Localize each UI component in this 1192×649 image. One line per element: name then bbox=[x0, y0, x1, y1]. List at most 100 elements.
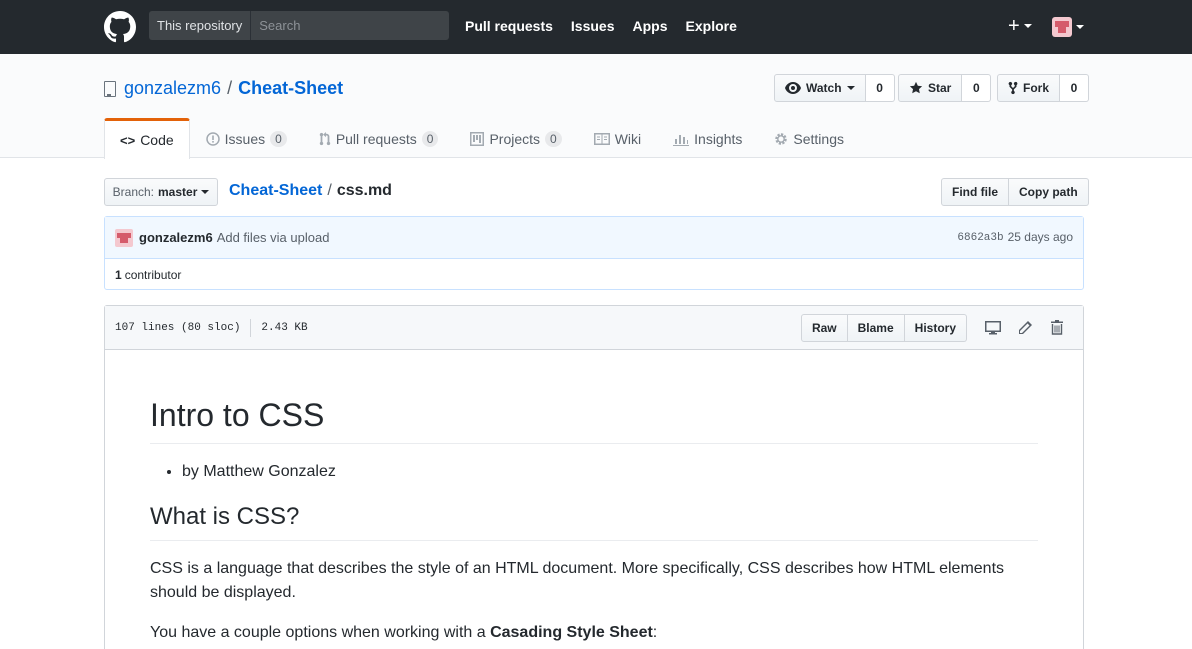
file-header: 107 lines (80 sloc) 2.43 KB Raw Blame Hi… bbox=[105, 306, 1083, 350]
watch-count[interactable]: 0 bbox=[865, 74, 895, 102]
desktop-icon bbox=[985, 320, 1001, 334]
nav-issues[interactable]: Issues bbox=[571, 18, 615, 34]
user-menu-dropdown[interactable] bbox=[1052, 17, 1084, 37]
star-button[interactable]: Star bbox=[898, 74, 963, 102]
nav-apps[interactable]: Apps bbox=[633, 18, 668, 34]
tab-code[interactable]: <> Code bbox=[104, 118, 190, 159]
commit-author-link[interactable]: gonzalezm6 bbox=[139, 230, 213, 245]
paragraph-text: : bbox=[652, 624, 658, 641]
project-icon bbox=[470, 131, 485, 146]
tab-wiki[interactable]: Wiki bbox=[578, 118, 657, 158]
file-actions: Raw Blame History bbox=[800, 313, 1073, 342]
branch-label: Branch: bbox=[112, 185, 154, 199]
fork-button[interactable]: Fork bbox=[997, 74, 1061, 102]
code-icon: <> bbox=[120, 132, 136, 148]
commit-sha-link[interactable]: 6862a3b bbox=[957, 230, 1003, 246]
edit-button[interactable] bbox=[1009, 314, 1041, 342]
header-search: This repository bbox=[149, 11, 449, 40]
commit-time: 25 days ago bbox=[1007, 229, 1073, 244]
graph-icon bbox=[673, 134, 690, 146]
history-button[interactable]: History bbox=[904, 313, 967, 342]
watch-button[interactable]: Watch bbox=[774, 74, 866, 102]
book-icon bbox=[593, 132, 610, 145]
search-input[interactable] bbox=[251, 11, 449, 40]
global-header: This repository Pull requests Issues App… bbox=[0, 0, 1192, 54]
file-view-buttons: Raw Blame History bbox=[800, 313, 967, 342]
contributors-row[interactable]: 1 contributor bbox=[105, 259, 1083, 290]
markdown-list: by Matthew Gonzalez bbox=[182, 460, 1038, 484]
copy-path-button[interactable]: Copy path bbox=[1009, 178, 1089, 206]
tab-settings-label: Settings bbox=[793, 130, 844, 147]
github-logo-icon[interactable] bbox=[104, 11, 136, 43]
commit-message-link[interactable]: Add files via upload bbox=[217, 230, 330, 245]
contributor-label: contributor bbox=[124, 267, 182, 282]
projects-counter: 0 bbox=[545, 130, 562, 147]
repo-owner-link[interactable]: gonzalezm6 bbox=[124, 78, 221, 99]
tab-pull-requests-label: Pull requests bbox=[335, 130, 417, 147]
watch-label: Watch bbox=[806, 81, 842, 95]
plus-icon: + bbox=[1008, 15, 1020, 37]
breadcrumb-repo-link[interactable]: Cheat-Sheet bbox=[229, 182, 322, 200]
tab-projects[interactable]: Projects 0 bbox=[454, 118, 577, 158]
nav-pull-requests[interactable]: Pull requests bbox=[465, 18, 553, 34]
nav-explore[interactable]: Explore bbox=[686, 18, 737, 34]
create-new-dropdown[interactable]: + bbox=[1008, 16, 1032, 36]
blame-button[interactable]: Blame bbox=[847, 313, 905, 342]
fork-icon bbox=[1008, 81, 1018, 95]
header-nav: Pull requests Issues Apps Explore bbox=[465, 18, 737, 34]
star-group: Star 0 bbox=[898, 74, 992, 102]
fork-group: Fork 0 bbox=[997, 74, 1090, 102]
tab-code-label: Code bbox=[140, 132, 174, 148]
file-lines: 107 lines (80 sloc) bbox=[115, 321, 241, 334]
star-label: Star bbox=[928, 81, 952, 95]
search-scope-label[interactable]: This repository bbox=[149, 11, 252, 40]
tab-wiki-label: Wiki bbox=[614, 130, 642, 147]
tab-issues[interactable]: Issues 0 bbox=[190, 118, 303, 158]
branch-value: master bbox=[158, 185, 198, 199]
markdown-heading-2: What is CSS? bbox=[150, 500, 1038, 541]
chevron-down-icon bbox=[201, 190, 210, 194]
breadcrumb-file: css.md bbox=[336, 182, 392, 199]
star-icon bbox=[909, 81, 923, 94]
desktop-button[interactable] bbox=[977, 314, 1009, 342]
fork-count[interactable]: 0 bbox=[1060, 74, 1090, 102]
fork-label: Fork bbox=[1023, 81, 1050, 95]
tab-insights[interactable]: Insights bbox=[657, 118, 758, 158]
file-info-divider bbox=[250, 318, 252, 337]
pencil-icon bbox=[1019, 320, 1032, 334]
repo-nav: <> Code Issues 0 Pull requests 0 Project… bbox=[104, 118, 860, 159]
chevron-down-icon bbox=[846, 86, 855, 90]
breadcrumb-separator: / bbox=[327, 182, 332, 199]
markdown-heading-1: Intro to CSS bbox=[150, 395, 1038, 444]
file-nav-actions: Find file Copy path bbox=[941, 178, 1089, 206]
watch-group: Watch 0 bbox=[774, 74, 895, 102]
find-file-button[interactable]: Find file bbox=[941, 178, 1009, 206]
commit-meta: 6862a3b 25 days ago bbox=[957, 230, 1073, 246]
tab-projects-label: Projects bbox=[489, 130, 541, 147]
pulls-counter: 0 bbox=[421, 130, 439, 147]
markdown-paragraph: You have a couple options when working w… bbox=[150, 621, 1038, 645]
gear-icon bbox=[775, 132, 788, 145]
trash-icon bbox=[1051, 320, 1063, 335]
branch-select-button[interactable]: Branch: master bbox=[104, 178, 218, 206]
tab-issues-label: Issues bbox=[224, 130, 266, 147]
commit-tease: gonzalezm6 Add files via upload 6862a3b … bbox=[104, 216, 1084, 290]
star-count[interactable]: 0 bbox=[962, 74, 992, 102]
breadcrumb: Cheat-Sheet / css.md bbox=[229, 182, 392, 200]
repo-title-separator: / bbox=[227, 78, 233, 98]
tab-pull-requests[interactable]: Pull requests 0 bbox=[303, 118, 455, 158]
latest-commit: gonzalezm6 Add files via upload 6862a3b … bbox=[105, 217, 1083, 259]
repo-name-link[interactable]: Cheat-Sheet bbox=[238, 78, 343, 99]
file-viewer: 107 lines (80 sloc) 2.43 KB Raw Blame Hi… bbox=[104, 305, 1084, 649]
file-size: 2.43 KB bbox=[261, 321, 308, 334]
raw-button[interactable]: Raw bbox=[800, 313, 848, 342]
markdown-paragraph: CSS is a language that describes the sty… bbox=[150, 560, 1005, 601]
file-info: 107 lines (80 sloc) 2.43 KB bbox=[115, 318, 308, 337]
avatar[interactable] bbox=[115, 228, 133, 247]
contributor-count: 1 bbox=[115, 267, 122, 282]
tab-settings[interactable]: Settings bbox=[758, 118, 860, 158]
paragraph-text: You have a couple options when working w… bbox=[150, 624, 491, 641]
repo-icon bbox=[104, 80, 116, 97]
delete-button[interactable] bbox=[1041, 314, 1073, 342]
chevron-down-icon bbox=[1076, 25, 1084, 29]
